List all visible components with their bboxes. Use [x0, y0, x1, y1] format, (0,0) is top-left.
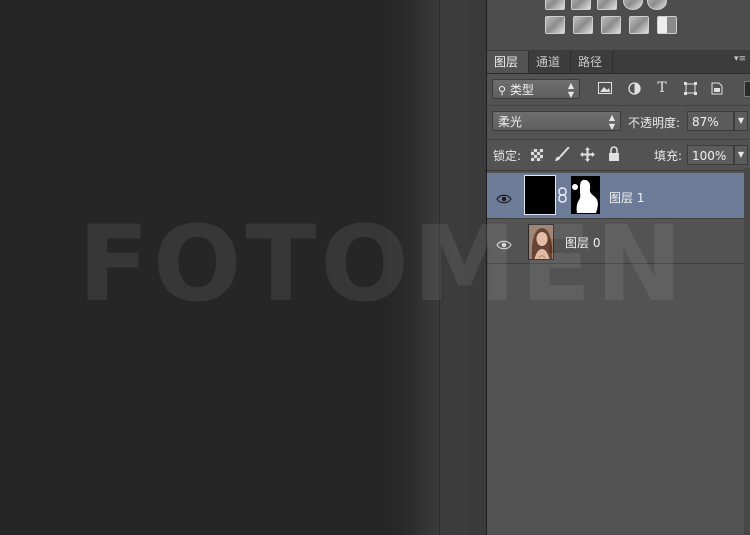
layers-scrollbar[interactable]: [744, 168, 750, 535]
filter-toggle-switch[interactable]: [744, 81, 750, 97]
tab-layers[interactable]: 图层: [487, 51, 529, 73]
threshold-icon[interactable]: [601, 16, 621, 34]
opacity-label[interactable]: 不透明度:: [628, 114, 680, 131]
panel-menu-icon[interactable]: ▾≡: [734, 54, 746, 64]
image-filter-icon[interactable]: [597, 82, 613, 96]
blend-mode-select[interactable]: 柔光 ▲ ▼: [492, 111, 621, 131]
fill-dropdown-icon[interactable]: ▼: [734, 145, 748, 165]
layer-name[interactable]: 图层 1: [609, 189, 644, 206]
layer-photo-thumbnail[interactable]: [528, 224, 554, 260]
dock-divider: [439, 0, 440, 535]
lock-position-icon[interactable]: [580, 147, 595, 166]
filter-row: ⚲ 类型 ▲ ▼ T: [487, 76, 750, 102]
panel-tabs: 图层 通道 路径 ▾≡: [487, 51, 750, 74]
panel-dock-gutter: [418, 0, 487, 535]
lock-transparent-pixels-icon[interactable]: [531, 149, 543, 161]
invert-icon[interactable]: [545, 16, 565, 34]
mask-link-icon[interactable]: [557, 187, 568, 207]
layer-mask-thumbnail[interactable]: [571, 176, 600, 214]
layer-thumbnail[interactable]: [524, 175, 556, 215]
smart-object-filter-icon[interactable]: [709, 82, 725, 96]
layers-panel: 图层 通道 路径 ▾≡ ⚲ 类型 ▲ ▼ T 柔光 ▲ ▼ 不透明度: 87% …: [487, 0, 750, 535]
document-canvas[interactable]: [0, 0, 418, 535]
layer-name[interactable]: 图层 0: [565, 234, 600, 251]
lock-image-pixels-icon[interactable]: [554, 146, 570, 166]
adjustment-icon[interactable]: [647, 0, 667, 10]
filter-kind-value: 类型: [509, 83, 534, 97]
filter-kind-select[interactable]: ⚲ 类型 ▲ ▼: [492, 79, 580, 99]
divider: [487, 170, 750, 171]
tab-paths[interactable]: 路径: [571, 51, 613, 73]
fill-input[interactable]: 100%: [687, 145, 734, 165]
shape-filter-icon[interactable]: [682, 82, 698, 96]
adjustments-strip: [487, 0, 750, 51]
adjustment-icon[interactable]: [597, 0, 617, 10]
select-arrows-icon: ▲ ▼: [608, 113, 615, 131]
fill-label[interactable]: 填充:: [654, 147, 682, 164]
eye-icon[interactable]: [496, 190, 512, 204]
blend-mode-value: 柔光: [498, 115, 523, 129]
eye-icon[interactable]: [496, 236, 512, 250]
adjustment-filter-icon[interactable]: [626, 82, 642, 96]
blend-row: 柔光 ▲ ▼ 不透明度: 87% ▼: [487, 108, 750, 136]
adjustments-row-1: [487, 0, 750, 14]
select-arrows-icon: ▲ ▼: [567, 81, 574, 99]
type-filter-icon[interactable]: T: [654, 81, 670, 95]
search-icon: ⚲: [498, 84, 507, 97]
divider: [487, 139, 750, 140]
gradient-map-icon[interactable]: [629, 16, 649, 34]
adjustment-icon[interactable]: [623, 0, 643, 10]
divider: [487, 105, 750, 106]
lock-row: 锁定: 填充: 100% ▼: [487, 142, 750, 168]
opacity-input[interactable]: 87%: [687, 111, 734, 131]
posterize-icon[interactable]: [573, 16, 593, 34]
adjustments-row-2: [487, 16, 750, 38]
adjustment-icon[interactable]: [545, 0, 565, 10]
layer-row-1[interactable]: 图层 1: [487, 173, 744, 219]
tab-channels[interactable]: 通道: [529, 51, 571, 73]
lock-all-icon[interactable]: [608, 146, 620, 165]
lock-label: 锁定:: [493, 149, 522, 163]
adjustment-icon[interactable]: [571, 0, 591, 10]
layer-row-0[interactable]: 图层 0: [487, 220, 744, 264]
opacity-dropdown-icon[interactable]: ▼: [734, 111, 748, 131]
selective-color-icon[interactable]: [657, 16, 677, 34]
